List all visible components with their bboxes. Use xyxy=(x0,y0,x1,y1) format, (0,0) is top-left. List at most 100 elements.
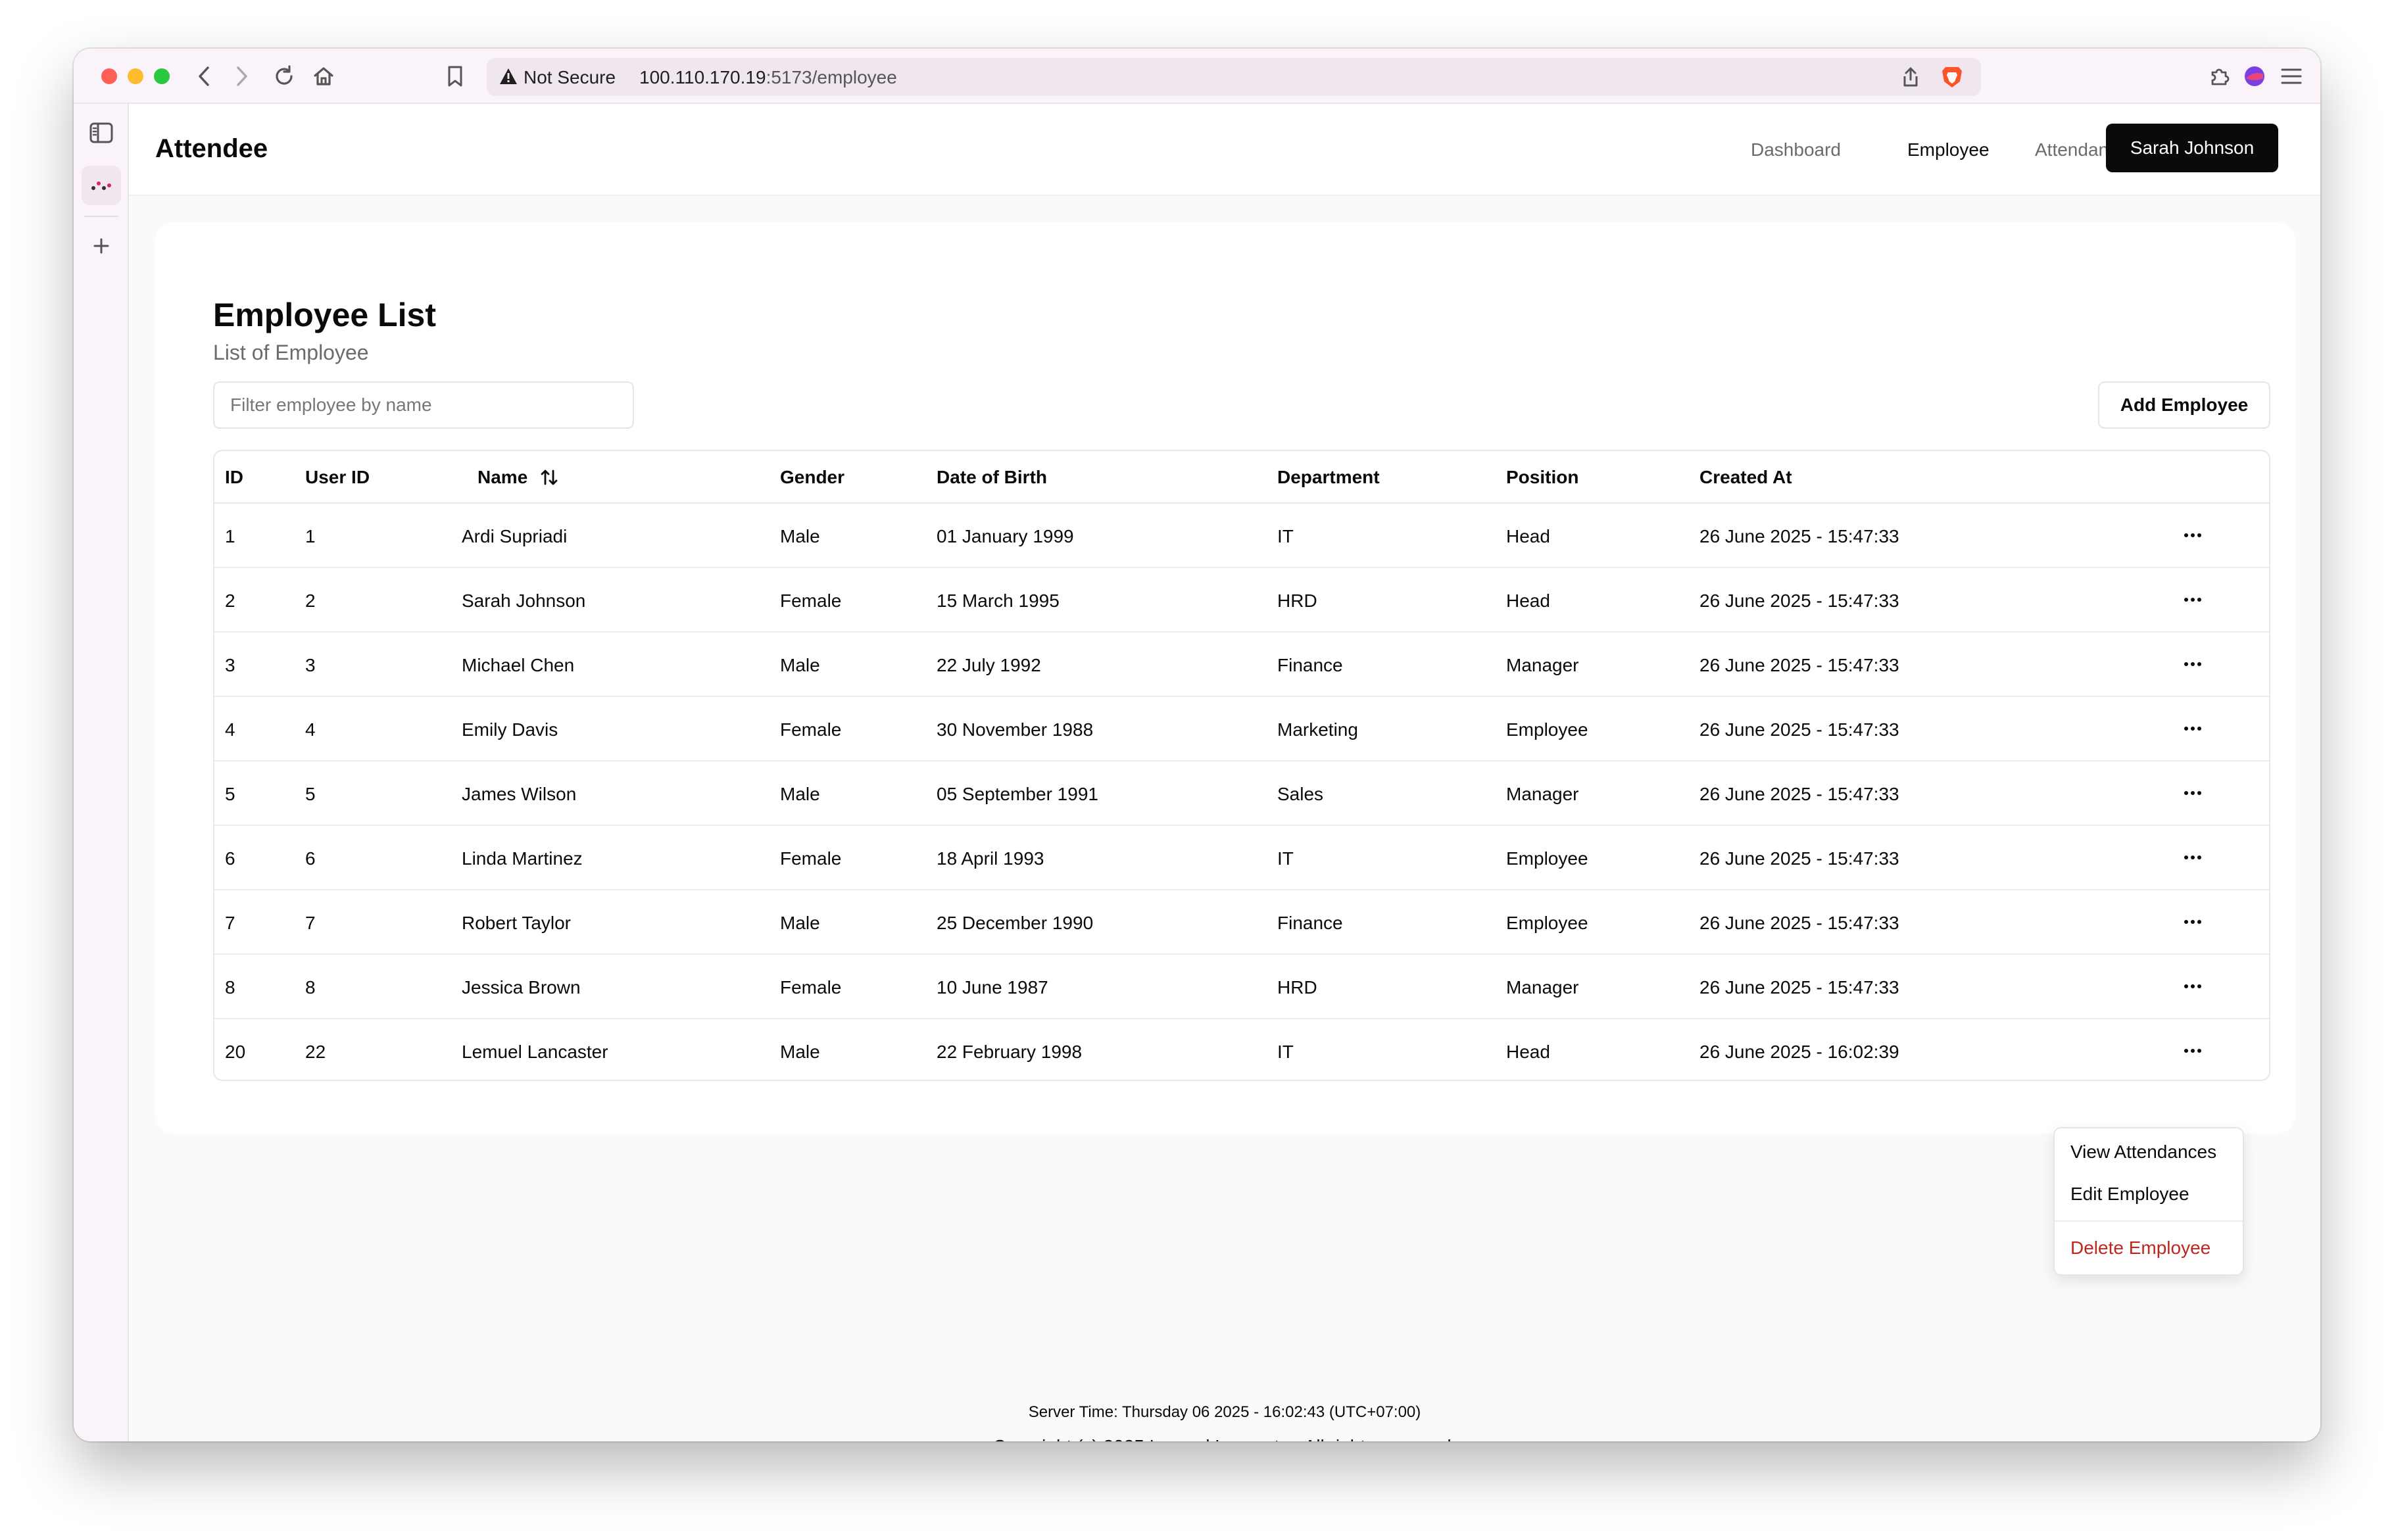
more-horizontal-icon[interactable] xyxy=(2178,843,2207,872)
user-menu-button[interactable]: Sarah Johnson xyxy=(2106,124,2278,172)
cell-position: Manager xyxy=(1506,784,1579,804)
cell-department: Sales xyxy=(1277,784,1324,804)
cell-department: IT xyxy=(1277,526,1294,546)
window-close-button[interactable] xyxy=(101,68,117,84)
cell-name: James Wilson xyxy=(462,784,577,804)
cell-id: 6 xyxy=(225,848,235,869)
extensions-icon[interactable] xyxy=(2205,62,2234,91)
menu-view-attendances[interactable]: View Attendances xyxy=(2070,1142,2216,1163)
nav-dashboard[interactable]: Dashboard xyxy=(1751,139,1841,160)
page-title: Employee List xyxy=(213,297,436,333)
header-name: Name xyxy=(477,467,528,487)
header-name-sort[interactable]: Name xyxy=(477,467,559,488)
cell-user-id: 1 xyxy=(305,526,316,546)
cell-department: HRD xyxy=(1277,590,1317,611)
more-horizontal-icon[interactable] xyxy=(2178,779,2207,807)
new-tab-icon[interactable] xyxy=(82,226,121,266)
cell-gender: Male xyxy=(780,784,820,804)
profile-icon[interactable] xyxy=(2240,62,2269,91)
cell-position: Head xyxy=(1506,1042,1550,1062)
cell-id: 4 xyxy=(225,719,235,740)
forward-icon[interactable] xyxy=(229,62,255,91)
warning-icon xyxy=(499,67,518,89)
home-icon[interactable] xyxy=(309,62,338,91)
table-row: 8 8 Jessica Brown Female 10 June 1987 HRD Mana… xyxy=(214,955,2269,1019)
cell-created-at: 26 June 2025 - 15:47:33 xyxy=(1699,719,1899,740)
menu-edit-employee[interactable]: Edit Employee xyxy=(2070,1184,2189,1205)
table-row: 7 7 Robert Taylor Male 25 December 1990 Finan… xyxy=(214,890,2269,955)
cell-created-at: 26 June 2025 - 15:47:33 xyxy=(1699,977,1899,998)
menu-icon[interactable] xyxy=(2277,62,2306,91)
cell-created-at: 26 June 2025 - 15:47:33 xyxy=(1699,590,1899,611)
cell-created-at: 26 June 2025 - 15:47:33 xyxy=(1699,784,1899,804)
server-time: Server Time: Thursday 06 2025 - 16:02:43… xyxy=(1028,1403,1421,1421)
more-horizontal-icon[interactable] xyxy=(2178,650,2207,679)
bookmark-icon[interactable] xyxy=(442,62,468,91)
reload-icon[interactable] xyxy=(270,62,299,91)
cell-position: Manager xyxy=(1506,977,1579,998)
cell-id: 20 xyxy=(225,1042,246,1062)
cell-gender: Female xyxy=(780,719,842,740)
app-brand[interactable]: Attendee xyxy=(155,134,268,164)
header-dob: Date of Birth xyxy=(937,467,1047,487)
header-department: Department xyxy=(1277,467,1380,487)
url-text: 100.110.170.19:5173/employee xyxy=(639,67,897,88)
window-maximize-button[interactable] xyxy=(154,68,170,84)
more-horizontal-icon[interactable] xyxy=(2178,907,2207,936)
cell-name: Ardi Supriadi xyxy=(462,526,568,546)
brave-shield-icon[interactable] xyxy=(1940,64,1964,93)
header-user-id: User ID xyxy=(305,467,370,487)
more-horizontal-icon[interactable] xyxy=(2178,1036,2207,1065)
cell-user-id: 7 xyxy=(305,913,316,933)
cell-name: Linda Martinez xyxy=(462,848,583,869)
cell-department: IT xyxy=(1277,1042,1294,1062)
sort-arrows-icon[interactable] xyxy=(539,468,559,487)
cell-id: 7 xyxy=(225,913,235,933)
menu-delete-employee[interactable]: Delete Employee xyxy=(2070,1238,2211,1259)
address-bar[interactable]: Not Secure 100.110.170.19:5173/employee xyxy=(487,58,1981,96)
cell-gender: Male xyxy=(780,1042,820,1062)
cell-position: Employee xyxy=(1506,848,1588,869)
menu-separator xyxy=(2055,1220,2243,1222)
header-created-at: Created At xyxy=(1699,467,1792,487)
header-gender: Gender xyxy=(780,467,845,487)
url-path: :5173/employee xyxy=(766,67,897,87)
more-horizontal-icon[interactable] xyxy=(2178,521,2207,550)
cell-id: 3 xyxy=(225,655,235,675)
window-minimize-button[interactable] xyxy=(128,68,143,84)
employee-card: Employee List List of Employee Add Emplo… xyxy=(155,222,2295,1134)
cell-created-at: 26 June 2025 - 15:47:33 xyxy=(1699,913,1899,933)
cell-dob: 15 March 1995 xyxy=(937,590,1060,611)
cell-user-id: 5 xyxy=(305,784,316,804)
cell-dob: 10 June 1987 xyxy=(937,977,1048,998)
table-row: 4 4 Emily Davis Female 30 November 1988 Marke… xyxy=(214,697,2269,761)
browser-sidebar xyxy=(74,104,129,1441)
cell-user-id: 22 xyxy=(305,1042,326,1062)
security-label: Not Secure xyxy=(524,67,616,87)
filter-input[interactable] xyxy=(213,381,634,429)
nav-employee[interactable]: Employee xyxy=(1907,139,1990,160)
more-horizontal-icon[interactable] xyxy=(2178,714,2207,743)
cell-department: IT xyxy=(1277,848,1294,869)
cell-dob: 30 November 1988 xyxy=(937,719,1094,740)
cell-dob: 22 July 1992 xyxy=(937,655,1041,675)
cell-department: Finance xyxy=(1277,655,1343,675)
cell-dob: 01 January 1999 xyxy=(937,526,1074,546)
cell-dob: 25 December 1990 xyxy=(937,913,1094,933)
pinned-tab-icon[interactable] xyxy=(82,166,121,205)
cell-gender: Male xyxy=(780,655,820,675)
add-employee-button[interactable]: Add Employee xyxy=(2098,381,2270,429)
cell-created-at: 26 June 2025 - 15:47:33 xyxy=(1699,848,1899,869)
cell-user-id: 2 xyxy=(305,590,316,611)
cell-user-id: 6 xyxy=(305,848,316,869)
more-horizontal-icon[interactable] xyxy=(2178,972,2207,1001)
more-horizontal-icon[interactable] xyxy=(2178,585,2207,614)
cell-gender: Female xyxy=(780,848,842,869)
top-navigation: Attendee Dashboard Employee Attendance S… xyxy=(129,104,2320,196)
cell-name: Robert Taylor xyxy=(462,913,572,933)
back-icon[interactable] xyxy=(191,62,217,91)
table-row: 20 22 Lemuel Lancaster Male 22 February 1998… xyxy=(214,1019,2269,1080)
share-icon[interactable] xyxy=(1901,66,1920,91)
cell-created-at: 26 June 2025 - 15:47:33 xyxy=(1699,655,1899,675)
sidebar-toggle-icon[interactable] xyxy=(82,113,121,153)
